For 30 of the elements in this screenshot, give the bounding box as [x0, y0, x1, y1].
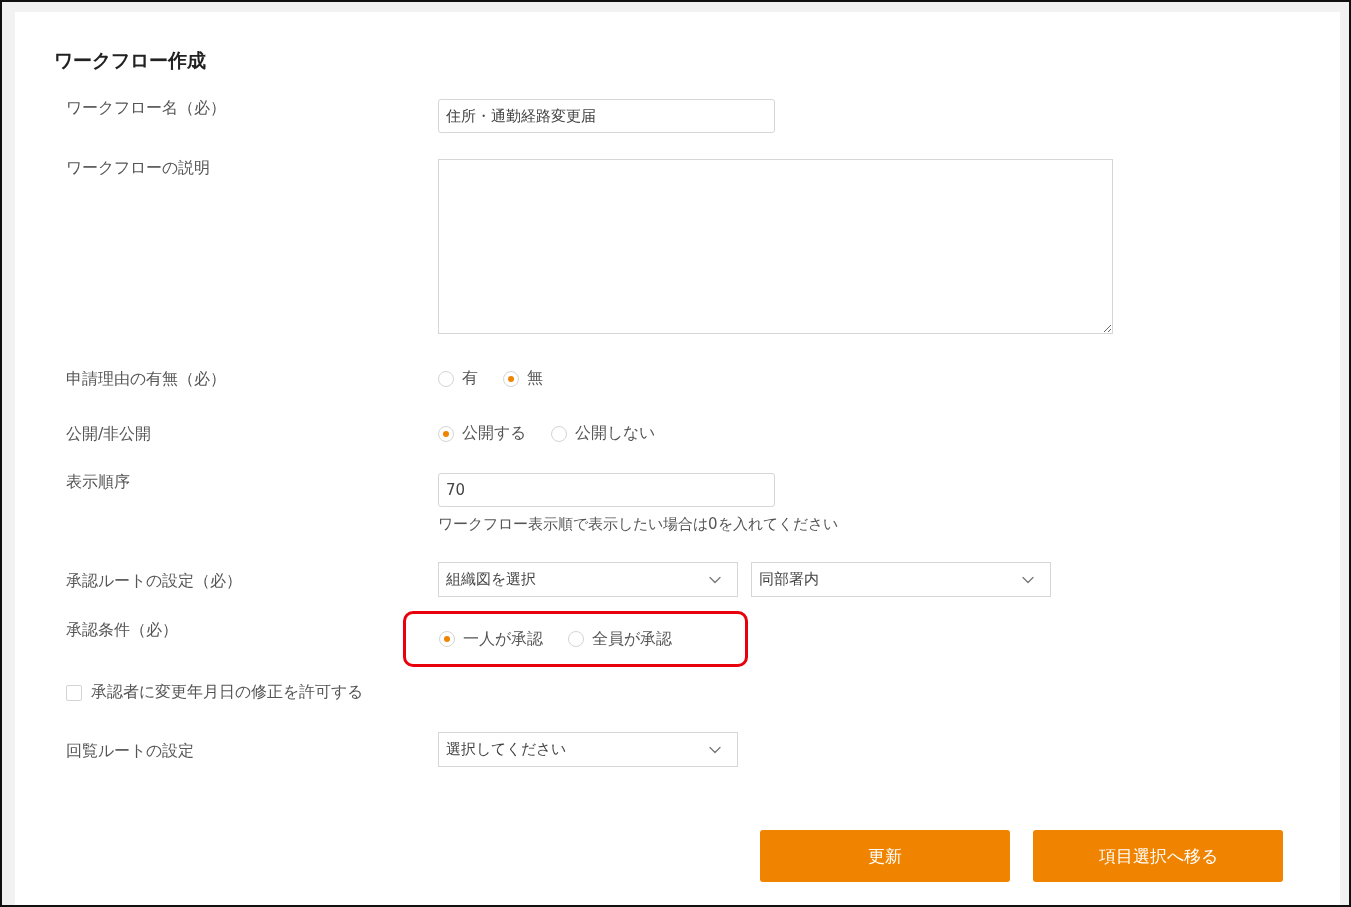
field-label: 承認ルートの設定（必）: [66, 572, 242, 590]
field-label: 表示順序: [66, 473, 130, 491]
radio-option[interactable]: 公開しない: [551, 423, 655, 444]
field-label: ワークフローの説明: [66, 159, 210, 177]
page-title: ワークフロー作成: [54, 50, 207, 70]
radio-button[interactable]: [568, 631, 584, 647]
field-label: 承認条件（必）: [66, 621, 178, 639]
radio-option[interactable]: 全員が承認: [568, 628, 672, 650]
field-label: 公開/非公開: [66, 425, 152, 443]
text-input[interactable]: 70: [438, 473, 775, 507]
dropdown-select[interactable]: 同部署内: [751, 562, 1051, 597]
field-label: ワークフロー名（必）: [66, 99, 226, 117]
radio-option[interactable]: 有: [438, 368, 478, 389]
radio-button[interactable]: [438, 425, 454, 442]
radio-button[interactable]: [503, 370, 519, 387]
radio-button[interactable]: [439, 631, 455, 647]
checkbox-label: 承認者に変更年月日の修正を許可する: [91, 682, 363, 703]
radio-option[interactable]: 無: [503, 368, 543, 389]
description-textarea[interactable]: [438, 159, 1113, 334]
checkbox[interactable]: [66, 684, 82, 701]
text-input[interactable]: 住所・通勤経路変更届: [438, 99, 775, 133]
dropdown-select[interactable]: 組織図を選択: [438, 562, 738, 597]
hint-text: ワークフロー表示順で表示したい場合は0を入れてください: [438, 515, 838, 533]
radio-option[interactable]: 一人が承認: [439, 628, 543, 650]
field-label: 申請理由の有無（必）: [66, 370, 226, 388]
dropdown-select[interactable]: 選択してください: [438, 732, 738, 767]
field-label: 回覧ルートの設定: [66, 742, 194, 760]
radio-button[interactable]: [551, 425, 567, 442]
radio-button[interactable]: [438, 370, 454, 387]
radio-option[interactable]: 公開する: [438, 423, 526, 444]
